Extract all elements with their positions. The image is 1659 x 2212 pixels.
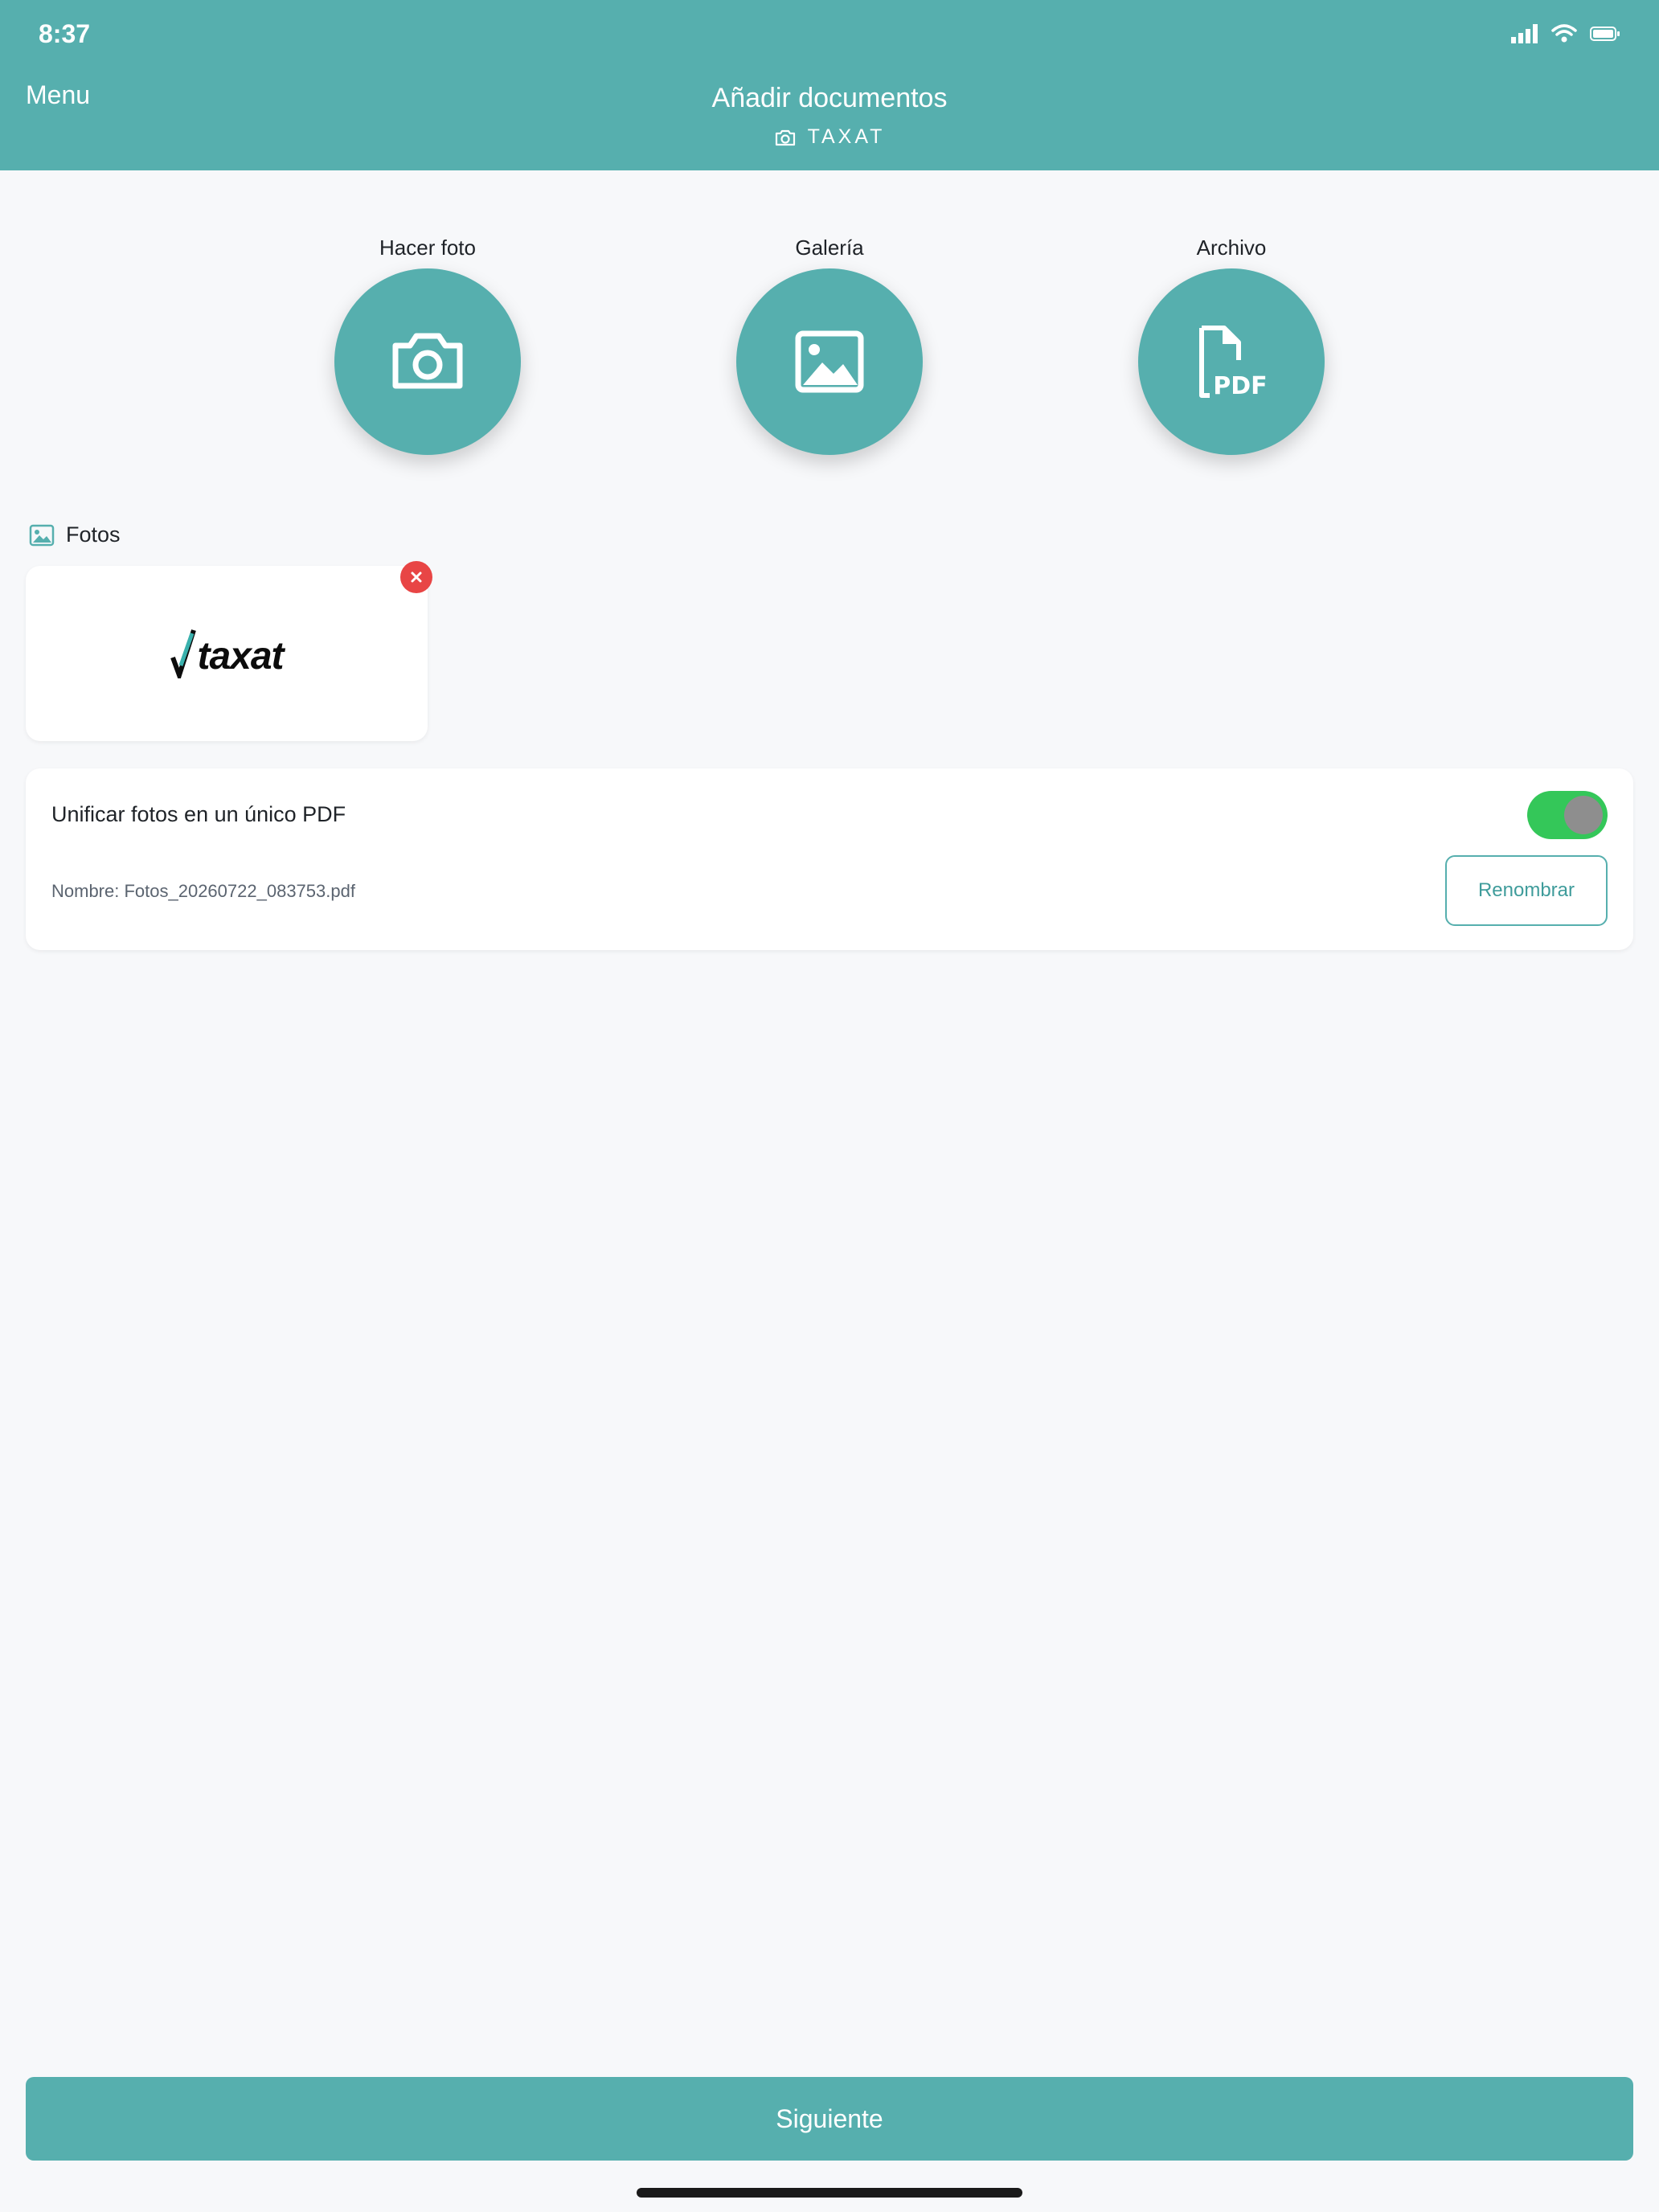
merge-pdf-toggle[interactable] xyxy=(1527,791,1608,839)
page-title: Añadir documentos xyxy=(711,83,948,113)
header-bar: 8:37 Menu Añadir documentos TAXAT xyxy=(0,0,1659,170)
photo-thumbnail[interactable]: taxat xyxy=(26,566,428,741)
remove-photo-button[interactable] xyxy=(400,561,432,593)
file-button[interactable]: PDF xyxy=(1138,268,1325,455)
logo-text: taxat xyxy=(197,635,284,678)
home-indicator xyxy=(637,2188,1022,2198)
camera-icon xyxy=(392,333,463,389)
wifi-icon xyxy=(1551,24,1577,43)
photos-label: Fotos xyxy=(66,522,121,547)
merge-pdf-label: Unificar fotos en un único PDF xyxy=(51,802,346,826)
header-subtitle: TAXAT xyxy=(0,125,1659,149)
next-button[interactable]: Siguiente xyxy=(26,2077,1633,2161)
pdf-filename: Nombre: Fotos_20260722_083753.pdf xyxy=(51,881,355,901)
status-time: 8:37 xyxy=(39,19,91,48)
camera-small-icon xyxy=(775,129,795,145)
take-photo-label: Hacer foto xyxy=(379,236,476,260)
take-photo-action[interactable]: Hacer foto xyxy=(331,233,524,455)
pdf-file-icon: PDF xyxy=(1199,326,1268,399)
image-icon xyxy=(795,330,864,393)
photos-section-title: Fotos xyxy=(29,522,121,547)
rename-button[interactable]: Renombrar xyxy=(1445,855,1608,926)
gallery-button[interactable] xyxy=(736,268,923,455)
take-photo-button[interactable] xyxy=(334,268,521,455)
header-title-block: Añadir documentos TAXAT xyxy=(0,80,1659,149)
file-label: Archivo xyxy=(1196,236,1267,260)
close-icon xyxy=(411,571,422,583)
check-mark-icon xyxy=(170,629,197,678)
status-icons xyxy=(1511,24,1620,43)
signal-icon xyxy=(1511,24,1538,43)
file-action[interactable]: Archivo PDF xyxy=(1135,233,1328,455)
battery-icon xyxy=(1590,27,1620,41)
svg-text:PDF: PDF xyxy=(1213,372,1267,399)
gallery-label: Galería xyxy=(795,236,864,260)
image-small-icon xyxy=(29,524,55,546)
company-name: TAXAT xyxy=(807,125,886,148)
merge-pdf-card: Unificar fotos en un único PDF Nombre: F… xyxy=(26,768,1633,950)
toggle-knob xyxy=(1564,796,1603,834)
gallery-action[interactable]: Galería xyxy=(733,233,926,455)
taxat-logo: taxat xyxy=(170,629,285,678)
